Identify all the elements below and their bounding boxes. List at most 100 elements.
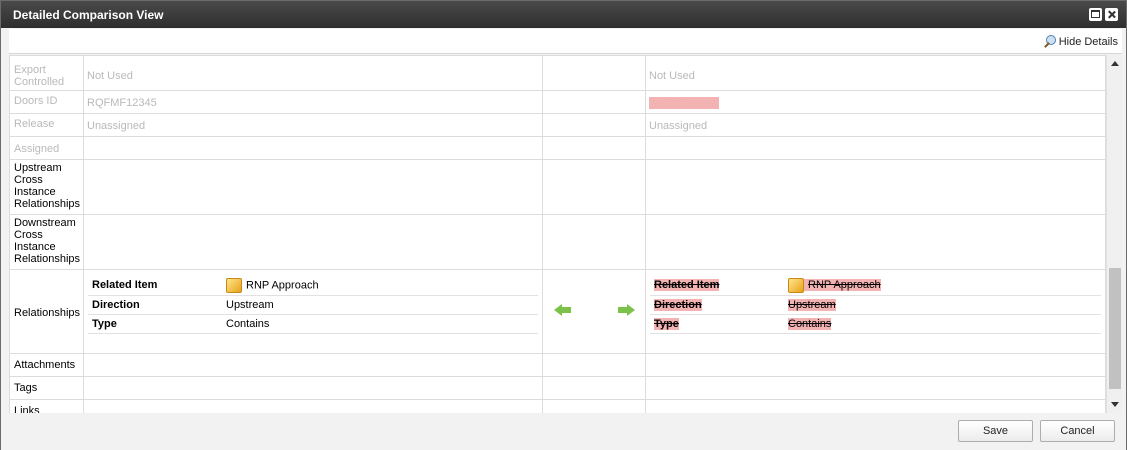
table-row-relationships: Relationships Related Item RNP Approach … (9, 269, 1106, 354)
middle-cell (542, 159, 646, 215)
right-value (645, 136, 1106, 160)
right-value (645, 214, 1106, 270)
direction-key-cell: Direction (650, 295, 784, 315)
left-relationships: Related Item RNP Approach Direction Upst… (83, 269, 543, 354)
direction-key-removed: Direction (654, 298, 702, 311)
related-item-text: RNP Approach (246, 279, 319, 292)
middle-cell (542, 214, 646, 270)
arrow-right-icon[interactable] (618, 304, 636, 316)
vertical-scrollbar[interactable] (1106, 55, 1122, 413)
related-item-text: RNP Approach (808, 279, 881, 292)
right-value-removed: RQFMF12345 (649, 97, 719, 109)
scroll-up-icon[interactable] (1111, 61, 1119, 66)
save-button[interactable]: Save (958, 420, 1033, 442)
middle-cell (542, 90, 646, 114)
left-value (83, 353, 543, 377)
left-value (83, 136, 543, 160)
table-row: Downstream Cross Instance Relationships (9, 214, 1106, 270)
right-value: Not Used (645, 55, 1106, 91)
related-item-key-cell: Related Item (650, 276, 784, 296)
toolbar: Hide Details (9, 29, 1122, 54)
window-title: Detailed Comparison View (13, 8, 164, 22)
middle-cell (542, 376, 646, 400)
close-icon[interactable] (1105, 8, 1118, 21)
direction-key: Direction (88, 295, 222, 315)
cancel-button[interactable]: Cancel (1040, 420, 1115, 442)
table-row: Type Contains (88, 314, 538, 334)
scroll-thumb[interactable] (1109, 268, 1121, 389)
table-row: Upstream Cross Instance Relationships (9, 159, 1106, 215)
middle-cell (542, 399, 646, 413)
row-label: Attachments (9, 353, 84, 377)
left-value: Unassigned (83, 113, 543, 137)
right-relationships: Related Item RNP Approach Direction Upst… (645, 269, 1106, 354)
table-row: Related Item RNP Approach (650, 276, 1101, 296)
direction-value: Upstream (222, 295, 538, 315)
middle-cell (542, 136, 646, 160)
table-row: Doors ID RQFMF12345 RQFMF12345 (9, 90, 1106, 114)
related-item-removed: RNP Approach (788, 277, 881, 293)
row-label: Release (9, 113, 84, 137)
magnifier-icon (1043, 35, 1056, 48)
row-label: Doors ID (9, 90, 84, 114)
scroll-down-icon[interactable] (1111, 402, 1119, 407)
middle-cell (542, 353, 646, 377)
table-row: Direction Upstream (88, 295, 538, 315)
right-relationship-table: Related Item RNP Approach Direction Upst… (650, 276, 1101, 334)
left-value (83, 376, 543, 400)
table-row: Assigned (9, 136, 1106, 160)
copy-arrows-cell (542, 269, 646, 354)
left-value: Not Used (83, 55, 543, 91)
table-row: Related Item RNP Approach (88, 276, 538, 296)
type-value-removed: Contains (788, 317, 832, 330)
table-row: Links (9, 399, 1106, 413)
middle-cell (542, 55, 646, 91)
right-value: Unassigned (645, 113, 1106, 137)
hide-details-button[interactable]: Hide Details (1043, 35, 1118, 48)
type-value: Contains (222, 314, 538, 334)
related-item-value[interactable]: RNP Approach (222, 276, 538, 296)
right-value (645, 159, 1106, 215)
type-key: Type (88, 314, 222, 334)
row-label: Assigned (9, 136, 84, 160)
related-item-key-removed: Related Item (654, 279, 720, 292)
package-icon (226, 277, 242, 293)
table-row: Type Contains (650, 314, 1101, 334)
right-value (645, 353, 1106, 377)
row-label: Downstream Cross Instance Relationships (9, 214, 84, 270)
row-label: Relationships (9, 269, 84, 354)
left-value (83, 399, 543, 413)
left-value (83, 159, 543, 215)
type-key-cell: Type (650, 314, 784, 334)
comparison-dialog: Detailed Comparison View Hide Details Ex… (0, 0, 1127, 450)
right-value-cell: RQFMF12345 (645, 90, 1106, 114)
package-icon (788, 277, 804, 293)
row-label: Tags (9, 376, 84, 400)
maximize-icon[interactable] (1089, 8, 1102, 21)
table-row: Release Unassigned Unassigned (9, 113, 1106, 137)
related-item-key: Related Item (88, 276, 222, 296)
arrow-left-icon[interactable] (554, 304, 572, 316)
row-label: Export Controlled (9, 55, 84, 91)
left-value (83, 214, 543, 270)
right-value (645, 376, 1106, 400)
right-value (645, 399, 1106, 413)
type-value-cell: Contains (784, 314, 1101, 334)
table-row: Attachments (9, 353, 1106, 377)
hide-details-label: Hide Details (1058, 35, 1118, 48)
row-label: Links (9, 399, 84, 413)
table-row: Tags (9, 376, 1106, 400)
comparison-grid: Export Controlled Not Used Not Used Door… (9, 55, 1122, 413)
direction-value-removed: Upstream (788, 298, 836, 311)
related-item-value[interactable]: RNP Approach (784, 276, 1101, 296)
row-label: Upstream Cross Instance Relationships (9, 159, 84, 215)
comparison-table: Export Controlled Not Used Not Used Door… (9, 55, 1106, 413)
table-row: Export Controlled Not Used Not Used (9, 55, 1106, 91)
title-bar[interactable]: Detailed Comparison View (1, 1, 1126, 28)
direction-value-cell: Upstream (784, 295, 1101, 315)
table-row: Direction Upstream (650, 295, 1101, 315)
left-value: RQFMF12345 (83, 90, 543, 114)
type-key-removed: Type (654, 317, 679, 330)
middle-cell (542, 113, 646, 137)
left-relationship-table: Related Item RNP Approach Direction Upst… (88, 276, 538, 334)
